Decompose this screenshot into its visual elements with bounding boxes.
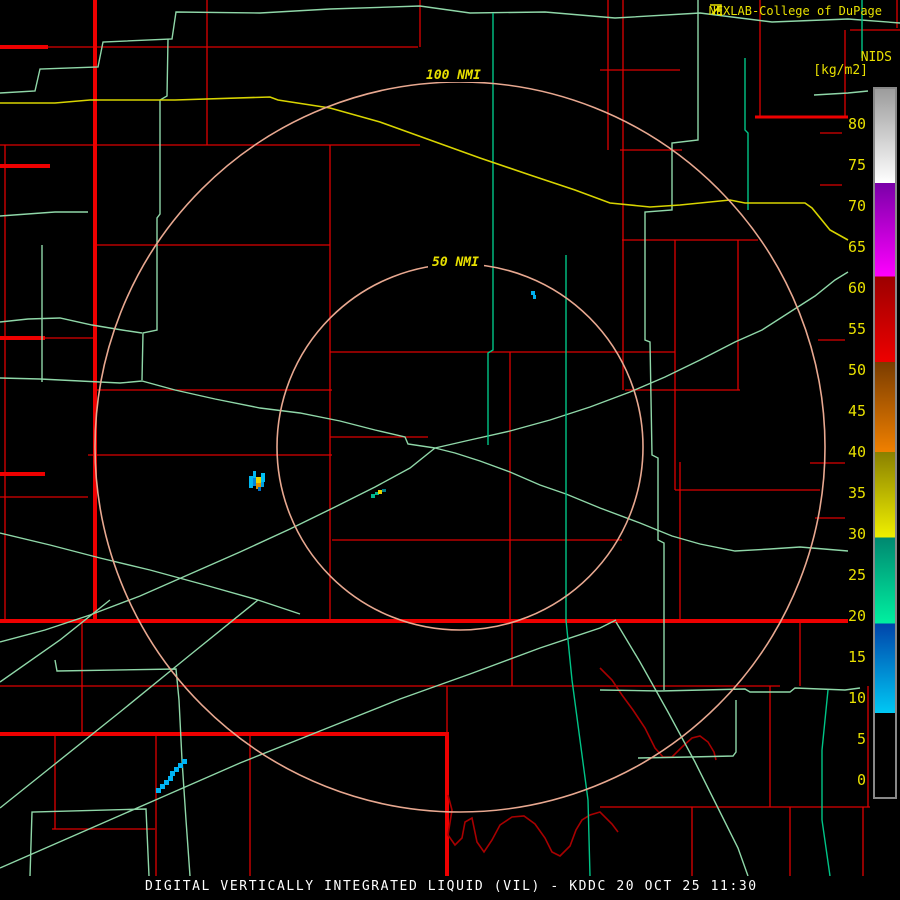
radar-echo-cell	[170, 771, 175, 776]
radar-echoes	[156, 291, 536, 793]
colorbar-tick-label: 40	[847, 443, 866, 462]
watermark-text: NEXLAB-College of DuPage	[708, 4, 882, 18]
colorbar-tick-label: 60	[847, 278, 866, 297]
colorbar-tick-label: 65	[847, 237, 866, 256]
radar-echo-cell	[249, 476, 253, 488]
yellow-highway	[0, 96, 849, 241]
radar-echo-cell	[533, 295, 536, 299]
watermark: NEXLAB-College of DuPage	[709, 4, 882, 18]
colorbar-tick-label: 50	[847, 360, 866, 379]
outer-ring-label: 100 NMI	[426, 68, 481, 83]
colorbar-tick-label: 30	[847, 525, 866, 544]
radar-display: 100 NMI 50 NMI NEXLAB-College of DuPage …	[0, 0, 900, 900]
radar-echo-cell	[261, 473, 265, 482]
radar-echo-cell	[256, 477, 261, 483]
colorbar-tick-label: 15	[847, 648, 866, 667]
colorbar-tick-label: 35	[847, 484, 866, 503]
colorbar-tick-label: 70	[847, 196, 866, 215]
radar-echo-cell	[371, 494, 375, 498]
colorbar-tick-label: 55	[847, 319, 866, 338]
colorbar-gradient	[875, 89, 895, 797]
product-title: DIGITAL VERTICALLY INTEGRATED LIQUID (VI…	[145, 879, 758, 894]
colorbar-units: [kg/m2]	[813, 63, 868, 78]
radar-echo-cell	[531, 291, 535, 295]
colorbar-tick-label: 0	[856, 771, 866, 790]
colorbar-tick-label: 80	[847, 114, 866, 133]
colorbar-tick-label: 10	[847, 689, 866, 708]
colorbar-tick-label: 20	[847, 607, 866, 626]
river-lines	[447, 667, 717, 857]
radar-echo-cell	[156, 788, 161, 793]
colorbar-tick-label: 5	[856, 730, 866, 749]
road-network	[0, 0, 900, 877]
state-boundaries	[0, 0, 848, 876]
inner-ring-label: 50 NMI	[432, 255, 479, 270]
colorbar-tick-label: 75	[847, 155, 866, 174]
radar-echo-cell	[258, 487, 261, 491]
range-rings	[94, 81, 826, 813]
footer-bar: DIGITAL VERTICALLY INTEGRATED LIQUID (VI…	[0, 876, 900, 900]
radar-echo-cell	[261, 482, 264, 487]
radar-echo-cell	[378, 490, 382, 494]
radar-echo-cell	[382, 489, 386, 492]
colorbar	[873, 87, 897, 799]
map-canvas: 100 NMI 50 NMI	[0, 0, 900, 877]
radar-echo-cell	[253, 471, 256, 478]
colorbar-tick-label: 25	[847, 566, 866, 585]
colorbar-tick-label: 45	[847, 402, 866, 420]
radar-echo-cell	[253, 478, 256, 486]
watermark-logo-icon	[709, 4, 722, 16]
county-boundaries	[0, 0, 900, 876]
